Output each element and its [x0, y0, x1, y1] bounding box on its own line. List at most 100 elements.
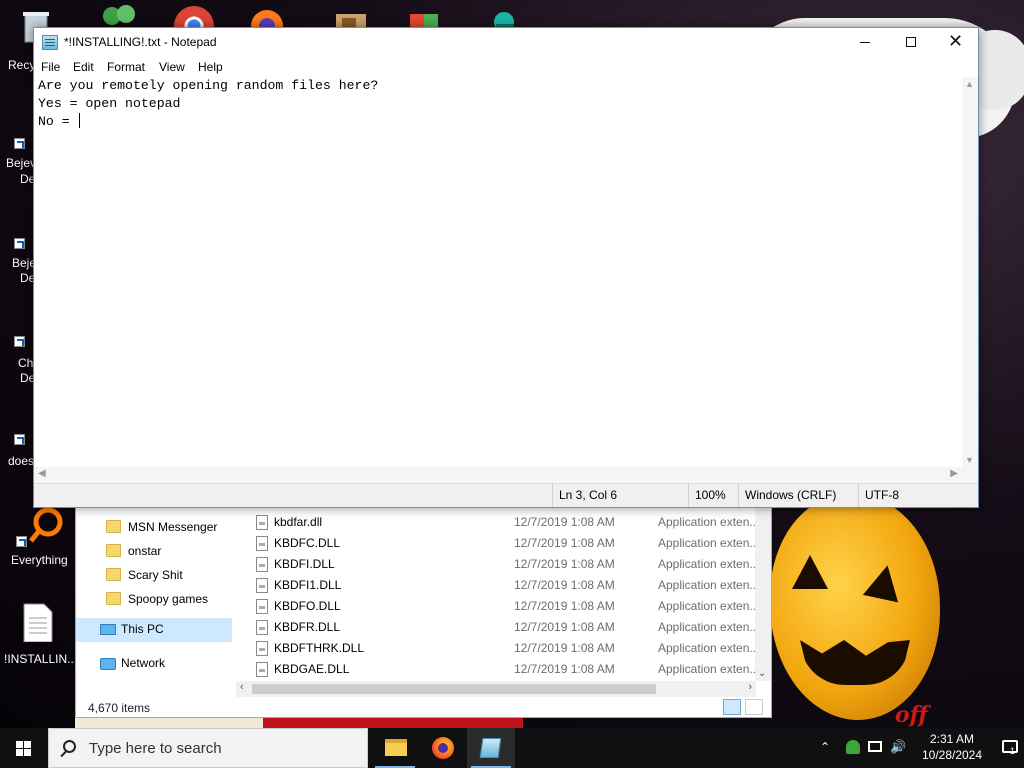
file-row[interactable]: KBDFR.DLL 12/7/2019 1:08 AM Application … — [236, 617, 758, 638]
nav-this-pc[interactable]: This PC — [76, 618, 232, 642]
scroll-down-icon[interactable]: ⌄ — [758, 668, 766, 679]
status-cursor-position: Ln 3, Col 6 — [552, 484, 688, 507]
scroll-left-icon[interactable]: ‹ — [240, 681, 244, 693]
menu-view[interactable]: View — [159, 60, 185, 74]
shortcut-arrow-icon — [14, 434, 25, 445]
windows-logo-icon — [24, 749, 31, 756]
file-name: KBDFR.DLL — [274, 620, 341, 634]
desktop-icon-everything[interactable]: Everything — [2, 506, 72, 576]
file-date: 12/7/2019 1:08 AM — [514, 557, 615, 571]
dll-file-icon — [256, 620, 268, 635]
desktop-icon-installing-txt[interactable]: !INSTALLIN... — [2, 602, 77, 672]
explorer-view-toggle — [723, 699, 763, 715]
shortcut-arrow-icon — [14, 138, 25, 149]
desktop-icon-label: Everything — [11, 553, 68, 567]
desktop-icon-label: Recy — [8, 58, 36, 72]
text-line-current: No = — [38, 113, 962, 131]
network-icon — [100, 658, 116, 670]
menu-edit[interactable]: Edit — [73, 60, 94, 74]
start-button[interactable] — [0, 728, 48, 768]
window-title: *!INSTALLING!.txt - Notepad — [64, 35, 217, 49]
file-type: Application exten... — [658, 641, 758, 655]
file-date: 12/7/2019 1:08 AM — [514, 641, 615, 655]
explorer-navigation-pane: MSN Messenger onstar Scary Shit Spoopy g… — [76, 507, 232, 677]
status-zoom: 100% — [688, 484, 738, 507]
scroll-left-icon[interactable]: ◀ — [38, 468, 46, 479]
search-icon — [63, 740, 76, 753]
file-row[interactable]: kbdfar.dll 12/7/2019 1:08 AM Application… — [236, 512, 758, 533]
volume-icon[interactable]: 🔊 — [890, 739, 906, 755]
file-date: 12/7/2019 1:08 AM — [514, 599, 615, 613]
explorer-file-list: kbdfar.dll 12/7/2019 1:08 AM Application… — [236, 511, 772, 681]
scroll-up-icon[interactable]: ▲ — [965, 79, 974, 89]
folder-icon — [106, 520, 121, 533]
file-row[interactable]: KBDFI1.DLL 12/7/2019 1:08 AM Application… — [236, 575, 758, 596]
search-placeholder: Type here to search — [89, 740, 222, 757]
desktop-icon-label: !INSTALLIN... — [4, 652, 78, 666]
notepad-text-area[interactable]: Are you remotely opening random files he… — [34, 77, 962, 467]
scroll-right-icon[interactable]: › — [748, 681, 752, 693]
dll-file-icon — [256, 515, 268, 530]
status-encoding: UTF-8 — [858, 484, 978, 507]
file-name: kbdfar.dll — [274, 515, 323, 529]
people-icon[interactable] — [846, 740, 860, 754]
file-date: 12/7/2019 1:08 AM — [514, 578, 615, 592]
text-caret — [78, 113, 80, 128]
notepad-icon — [42, 35, 58, 50]
nav-folder-label: Spoopy games — [128, 592, 209, 606]
explorer-vertical-scrollbar[interactable]: ⌄ — [755, 507, 771, 681]
file-row[interactable]: KBDGAE.DLL 12/7/2019 1:08 AM Application… — [236, 659, 758, 680]
file-row[interactable]: KBDFI.DLL 12/7/2019 1:08 AM Application … — [236, 554, 758, 575]
computer-icon — [100, 624, 116, 635]
notepad-window: *!INSTALLING!.txt - Notepad ✕ File Edit … — [33, 27, 979, 508]
notepad-status-bar: Ln 3, Col 6 100% Windows (CRLF) UTF-8 — [34, 483, 978, 507]
clock-time: 2:31 AM — [929, 732, 975, 746]
explorer-horizontal-scrollbar[interactable]: ‹ › — [236, 681, 756, 697]
notepad-title-bar[interactable]: *!INSTALLING!.txt - Notepad ✕ — [34, 28, 978, 57]
nav-this-pc-label: This PC — [121, 622, 164, 636]
notification-count: 1 — [1010, 746, 1016, 756]
taskbar-search-box[interactable]: Type here to search — [48, 728, 368, 768]
scrollbar-thumb[interactable] — [252, 684, 656, 694]
taskbar-notepad[interactable] — [467, 728, 515, 768]
dll-file-icon — [256, 557, 268, 572]
firefox-icon — [432, 737, 454, 759]
nav-folder-label: MSN Messenger — [128, 520, 218, 534]
file-row[interactable]: KBDFTHRK.DLL 12/7/2019 1:08 AM Applicati… — [236, 638, 758, 659]
pumpkin-mouth — [800, 640, 910, 685]
folder-icon — [106, 592, 121, 605]
network-icon[interactable] — [868, 741, 882, 752]
minimize-button[interactable] — [842, 28, 888, 57]
file-row[interactable]: KBDFC.DLL 12/7/2019 1:08 AM Application … — [236, 533, 758, 554]
file-explorer-window: MSN Messenger onstar Scary Shit Spoopy g… — [75, 506, 772, 718]
dll-file-icon — [256, 578, 268, 593]
menu-help[interactable]: Help — [198, 60, 223, 74]
menu-file[interactable]: File — [41, 60, 60, 74]
close-button[interactable]: ✕ — [932, 28, 978, 57]
scroll-down-icon[interactable]: ▼ — [965, 455, 974, 465]
wallpaper-text: off — [895, 702, 928, 728]
file-date: 12/7/2019 1:08 AM — [514, 515, 615, 529]
pumpkin-eye — [792, 555, 828, 589]
taskbar-file-explorer[interactable] — [371, 728, 419, 768]
notification-center-icon[interactable]: 1 — [1002, 740, 1018, 756]
notepad-horizontal-scrollbar[interactable]: ◀ ▶ — [34, 467, 962, 483]
chevron-up-icon[interactable]: ⌃ — [820, 740, 830, 754]
taskbar-firefox[interactable] — [419, 728, 467, 768]
minimize-icon — [860, 42, 870, 43]
file-type: Application exten... — [658, 620, 758, 634]
text-line: Are you remotely opening random files he… — [38, 78, 379, 93]
folder-icon — [106, 568, 121, 581]
shortcut-arrow-icon — [14, 238, 25, 249]
dll-file-icon — [256, 599, 268, 614]
maximize-button[interactable] — [888, 28, 934, 57]
explorer-item-count: 4,670 items — [88, 701, 151, 715]
file-row[interactable]: KBDFO.DLL 12/7/2019 1:08 AM Application … — [236, 596, 758, 617]
file-date: 12/7/2019 1:08 AM — [514, 536, 615, 550]
scroll-right-icon[interactable]: ▶ — [950, 468, 958, 479]
menu-format[interactable]: Format — [107, 60, 145, 74]
details-view-icon[interactable] — [723, 699, 741, 715]
large-icons-view-icon[interactable] — [745, 699, 763, 715]
notepad-vertical-scrollbar[interactable]: ▲ ▼ — [962, 77, 978, 467]
taskbar-clock[interactable]: 2:31 AM 10/28/2024 — [914, 731, 990, 763]
